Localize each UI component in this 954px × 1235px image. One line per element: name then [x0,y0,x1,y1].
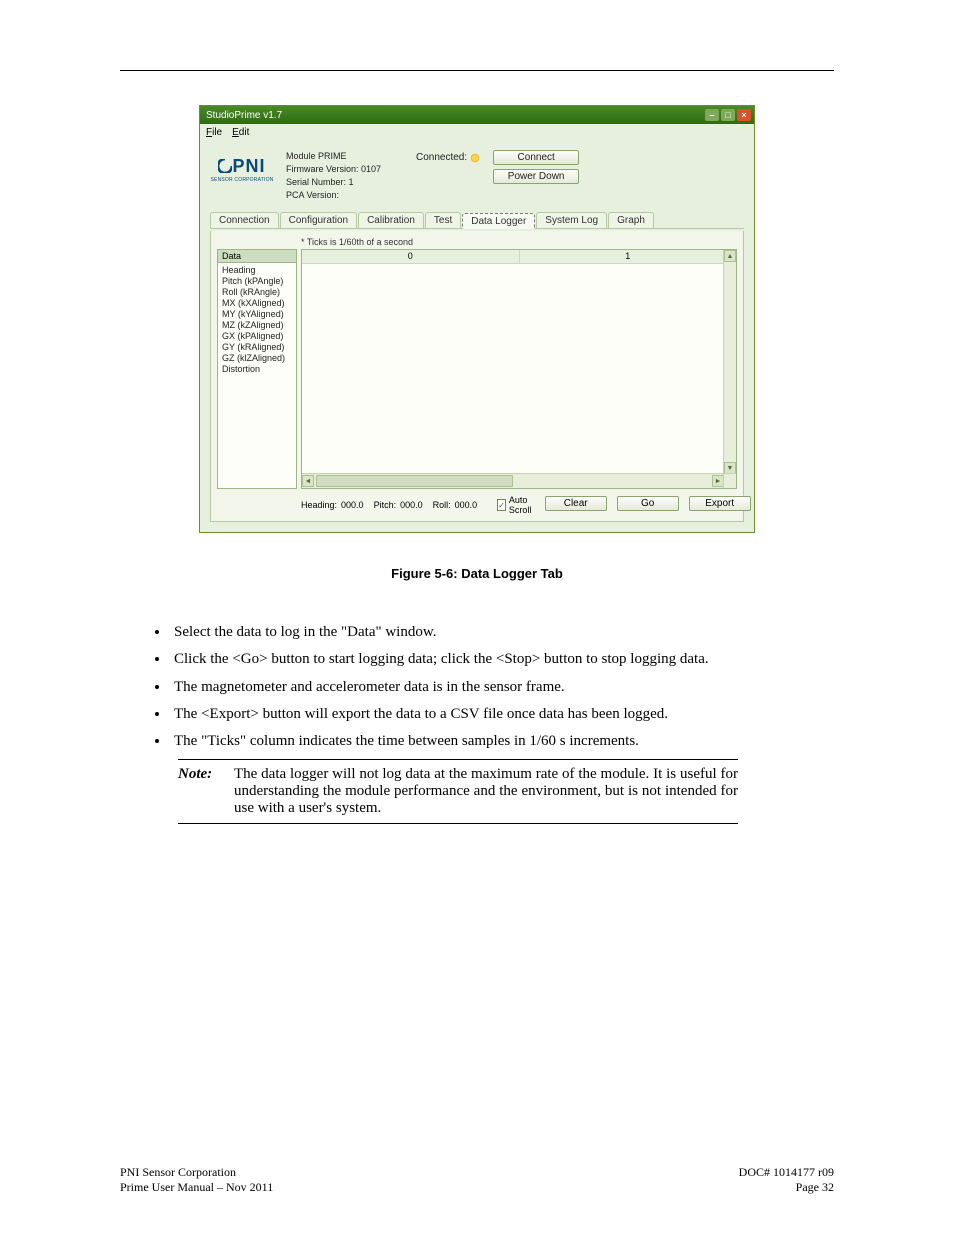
tab-connection[interactable]: Connection [210,212,279,228]
log-grid: 0 1 ▲ ▼ ◄ ► [301,249,737,489]
titlebar: StudioPrime v1.7 – □ × [200,106,754,124]
tab-system-log[interactable]: System Log [536,212,607,228]
minimize-button[interactable]: – [705,109,719,121]
grid-col-header[interactable]: 0 [302,250,520,263]
bullet-list: Select the data to log in the "Data" win… [170,621,834,753]
note-label: Note: [178,766,222,783]
list-item[interactable]: MZ (kZAligned) [222,320,292,331]
tab-bar: Connection Configuration Calibration Tes… [210,212,744,229]
tab-content: * Ticks is 1/60th of a second Data Headi… [210,231,744,522]
module-info: Module PRIME Firmware Version: 0107 Seri… [286,150,404,202]
heading-value: 000.0 [341,500,364,510]
bullet-item: The <Export> button will export the data… [170,703,834,726]
tab-data-logger[interactable]: Data Logger [462,213,535,229]
list-item[interactable]: GZ (klZAligned) [222,353,292,364]
list-item[interactable]: GY (kRAligned) [222,342,292,353]
list-item[interactable]: Distortion [222,364,292,375]
check-icon: ✓ [497,499,506,511]
connected-label: Connected: [416,152,467,163]
info-pca: PCA Version: [286,189,404,202]
list-item[interactable]: Pitch (kPAngle) [222,276,292,287]
footer-doc-title: Prime User Manual – Nov 2011 [120,1180,273,1195]
autoscroll-label: Auto Scroll [509,495,535,515]
scroll-left-icon[interactable]: ◄ [302,475,314,487]
scroll-thumb[interactable] [316,475,513,487]
bullet-item: The "Ticks" column indicates the time be… [170,730,834,753]
page-footer: PNI Sensor Corporation Prime User Manual… [120,1165,834,1195]
scroll-up-icon[interactable]: ▲ [724,250,736,262]
logo-subtitle: SENSOR CORPORATION [211,177,274,183]
footer-company: PNI Sensor Corporation [120,1165,273,1180]
list-item[interactable]: MY (kYAligned) [222,309,292,320]
pitch-label: Pitch: [374,500,397,510]
figure-caption: Figure 5-6: Data Logger Tab [120,566,834,581]
grid-col-header[interactable]: 1 [520,250,737,263]
export-button[interactable]: Export [689,496,751,511]
window-title: StudioPrime v1.7 [206,110,705,121]
data-header: Data [217,249,297,263]
list-item[interactable]: MX (kXAligned) [222,298,292,309]
autoscroll-checkbox[interactable]: ✓ Auto Scroll [497,495,535,515]
menubar: File Edit [200,124,754,140]
footer-page-number: Page 32 [739,1180,834,1195]
menu-edit[interactable]: Edit [232,127,249,138]
tab-configuration[interactable]: Configuration [280,212,357,228]
roll-label: Roll: [433,500,451,510]
vertical-scrollbar[interactable]: ▲ ▼ [723,250,736,474]
note-body: The data logger will not log data at the… [234,766,738,817]
info-serial: Serial Number: 1 [286,176,404,189]
logger-footer: Heading:000.0 Pitch:000.0 Roll:000.0 ✓ A… [217,495,737,515]
roll-value: 000.0 [455,500,478,510]
bullet-item: Select the data to log in the "Data" win… [170,621,834,644]
tab-graph[interactable]: Graph [608,212,654,228]
app-window: StudioPrime v1.7 – □ × File Edit [200,106,754,532]
footer-doc-number: DOC# 1014177 r09 [739,1165,834,1180]
maximize-button[interactable]: □ [721,109,735,121]
pitch-value: 000.0 [400,500,423,510]
ticks-note: * Ticks is 1/60th of a second [301,237,737,247]
grid-body [302,264,736,488]
menu-file[interactable]: File [206,127,222,138]
info-module: Module PRIME [286,150,404,163]
heading-label: Heading: [301,500,337,510]
pni-logo: PNI SENSOR CORPORATION [210,150,274,188]
close-button[interactable]: × [737,109,751,121]
connect-button[interactable]: Connect [493,150,579,165]
horizontal-scrollbar[interactable]: ◄ ► [302,473,724,488]
bullet-item: The magnetometer and accelerometer data … [170,676,834,699]
tab-test[interactable]: Test [425,212,461,228]
tab-calibration[interactable]: Calibration [358,212,424,228]
list-item[interactable]: Roll (kRAngle) [222,287,292,298]
go-button[interactable]: Go [617,496,679,511]
powerdown-button[interactable]: Power Down [493,169,579,184]
logo-swirl-icon [218,159,232,173]
clear-button[interactable]: Clear [545,496,607,511]
scroll-corner [723,473,736,488]
bullet-item: Click the <Go> button to start logging d… [170,648,834,671]
status-led-icon [471,154,479,162]
list-item[interactable]: GX (kPAligned) [222,331,292,342]
info-firmware: Firmware Version: 0107 [286,163,404,176]
list-item[interactable]: Heading [222,265,292,276]
logo-text: PNI [232,156,265,177]
data-list[interactable]: Heading Pitch (kPAngle) Roll (kRAngle) M… [217,263,297,489]
data-panel: Data Heading Pitch (kPAngle) Roll (kRAng… [217,249,297,489]
